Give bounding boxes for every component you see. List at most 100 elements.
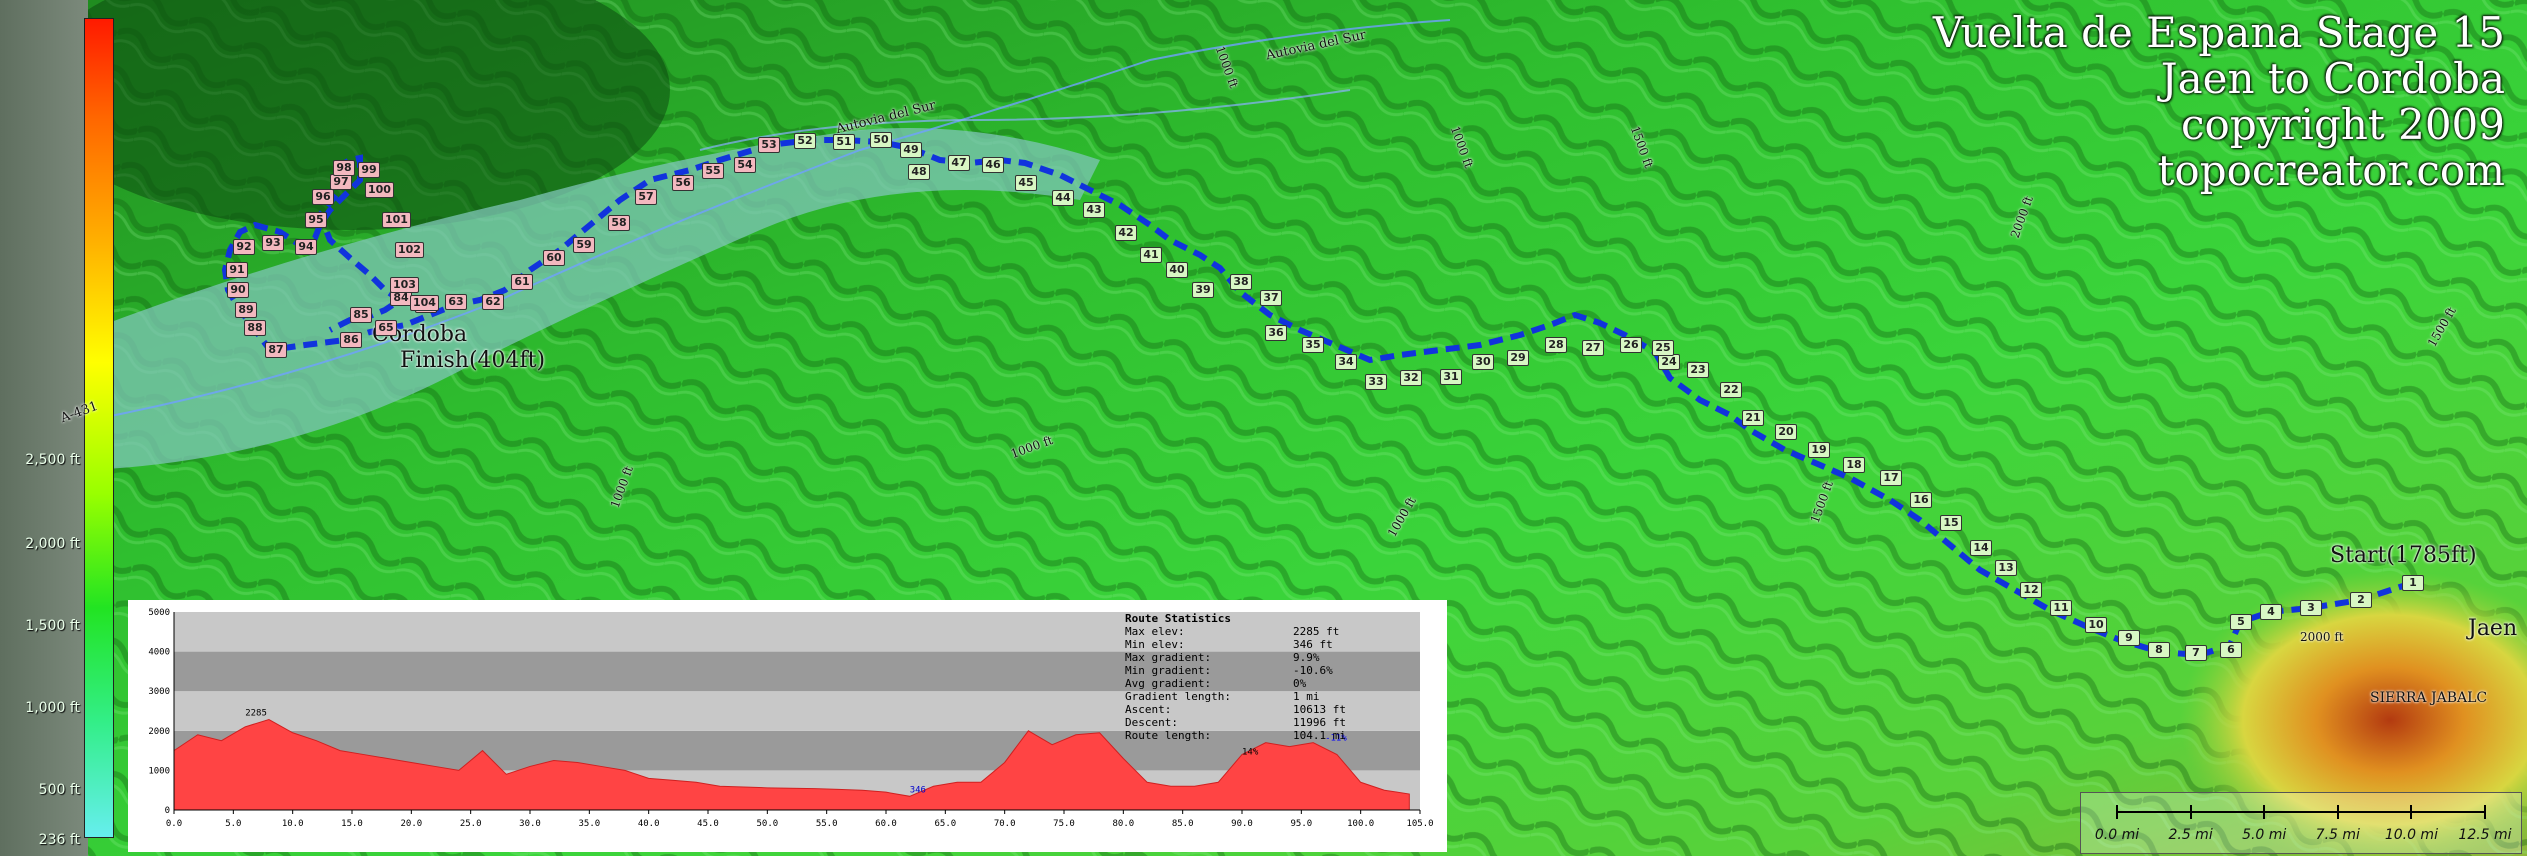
route-marker: 20 — [1775, 424, 1797, 440]
stats-value: 2285 ft — [1293, 625, 1340, 638]
x-tick-label: 40.0 — [638, 819, 660, 829]
route-marker: 88 — [244, 320, 266, 336]
route-marker: 36 — [1265, 325, 1287, 341]
finish-label: Finish(404ft) — [400, 348, 546, 373]
route-marker: 50 — [870, 132, 892, 148]
route-marker: 17 — [1880, 470, 1902, 486]
stats-value: 346 ft — [1293, 638, 1333, 651]
route-marker: 37 — [1260, 290, 1282, 306]
start-label: Start(1785ft) — [2330, 543, 2477, 568]
route-marker: 51 — [833, 134, 855, 150]
route-marker: 39 — [1192, 282, 1214, 298]
x-tick-label: 60.0 — [875, 819, 897, 829]
stats-value: 9.9% — [1293, 651, 1320, 664]
route-marker: 57 — [635, 189, 657, 205]
scale-label: 0.0 mi — [2094, 827, 2140, 843]
route-marker: 3 — [2300, 600, 2322, 616]
x-tick-label: 90.0 — [1231, 819, 1253, 829]
y-tick-label: 3000 — [148, 687, 170, 697]
stats-row: Ascent: 10613 ft — [1125, 703, 1425, 716]
stats-row: Min gradient: -10.6% — [1125, 664, 1425, 677]
scale-bar: 0.0 mi 2.5 mi 5.0 mi 7.5 mi 10.0 mi 12.5 mi — [2080, 792, 2522, 854]
title-line-4: topocreator.com — [2157, 146, 2505, 195]
route-marker: 15 — [1940, 515, 1962, 531]
stats-row: Avg gradient: 0% — [1125, 677, 1425, 690]
route-marker: 8 — [2148, 642, 2170, 658]
scale-line — [2117, 811, 2485, 813]
route-marker: 104 — [410, 295, 439, 311]
route-marker: 89 — [235, 302, 257, 318]
route-marker: 22 — [1720, 382, 1742, 398]
route-marker: 98 — [333, 160, 355, 176]
map-title: Vuelta de Espana Stage 15 Jaen to Cordob… — [1933, 10, 2505, 194]
route-marker: 24 — [1658, 354, 1680, 370]
x-tick-label: 5.0 — [225, 819, 241, 829]
stats-value: 104.1 mi — [1293, 729, 1346, 742]
route-marker: 5 — [2230, 614, 2252, 630]
route-marker: 97 — [330, 174, 352, 190]
route-marker: 101 — [382, 212, 411, 228]
x-tick-label: 30.0 — [519, 819, 541, 829]
x-tick-label: 65.0 — [934, 819, 956, 829]
route-marker: 60 — [543, 250, 565, 266]
route-marker: 47 — [948, 155, 970, 171]
route-marker: 103 — [390, 277, 419, 293]
x-tick-label: 45.0 — [697, 819, 719, 829]
stats-value: 10613 ft — [1293, 703, 1346, 716]
title-line-3: copyright 2009 — [2181, 100, 2505, 149]
y-tick-label: 5000 — [148, 608, 170, 618]
scale-label: 5.0 mi — [2242, 827, 2287, 843]
profile-annotation: 14% — [1242, 748, 1259, 758]
route-marker: 86 — [340, 332, 362, 348]
stats-value: 1 mi — [1293, 690, 1320, 703]
x-tick-label: 25.0 — [460, 819, 482, 829]
elevation-legend: 2,500 ft 2,000 ft 1,500 ft 1,000 ft 500 … — [0, 0, 114, 856]
route-marker: 25 — [1652, 340, 1674, 356]
scale-label: 10.0 mi — [2384, 827, 2438, 843]
route-marker: 45 — [1015, 175, 1037, 191]
route-marker: 27 — [1582, 340, 1604, 356]
legend-tick: 1,000 ft — [25, 700, 80, 716]
scale-tick — [2484, 805, 2486, 819]
route-marker: 54 — [734, 157, 756, 173]
route-marker: 55 — [702, 163, 724, 179]
x-tick-label: 0.0 — [166, 819, 182, 829]
x-tick-label: 20.0 — [400, 819, 422, 829]
route-marker: 65 — [375, 320, 397, 336]
route-marker: 16 — [1910, 492, 1932, 508]
route-marker: 42 — [1115, 225, 1137, 241]
scale-label: 2.5 mi — [2168, 827, 2213, 843]
x-tick-label: 50.0 — [756, 819, 778, 829]
route-marker: 46 — [982, 157, 1004, 173]
route-marker: 43 — [1083, 202, 1105, 218]
jaen-label: Jaen — [2468, 616, 2518, 641]
x-tick-label: 80.0 — [1112, 819, 1134, 829]
stats-heading: Route Statistics — [1125, 612, 1231, 625]
x-tick-label: 105.0 — [1406, 819, 1433, 829]
x-tick-label: 95.0 — [1290, 819, 1312, 829]
scale-tick — [2410, 805, 2413, 819]
stats-label: Min gradient: — [1125, 664, 1212, 677]
stats-row: Descent: 11996 ft — [1125, 716, 1425, 729]
route-marker: 49 — [900, 142, 922, 158]
legend-tick: 2,000 ft — [25, 536, 80, 552]
route-marker: 26 — [1620, 337, 1642, 353]
route-marker: 23 — [1687, 362, 1709, 378]
stats-row: Max gradient: 9.9% — [1125, 651, 1425, 664]
route-marker: 21 — [1742, 410, 1764, 426]
route-marker: 99 — [358, 162, 380, 178]
stats-label: Ascent: — [1125, 703, 1172, 716]
scale-label: 7.5 mi — [2315, 827, 2360, 843]
route-marker: 10 — [2085, 617, 2107, 633]
legend-tick: 236 ft — [38, 832, 80, 848]
scale-tick — [2263, 805, 2266, 819]
route-marker: 35 — [1302, 337, 1324, 353]
route-marker: 30 — [1472, 354, 1494, 370]
stats-label: Avg gradient: — [1125, 677, 1212, 690]
route-marker: 33 — [1365, 374, 1387, 390]
stats-label: Descent: — [1125, 716, 1178, 729]
stats-row: Gradient length: 1 mi — [1125, 690, 1425, 703]
route-marker: 34 — [1335, 354, 1357, 370]
stats-row: Max elev: 2285 ft — [1125, 625, 1425, 638]
legend-tick: 1,500 ft — [25, 618, 80, 634]
